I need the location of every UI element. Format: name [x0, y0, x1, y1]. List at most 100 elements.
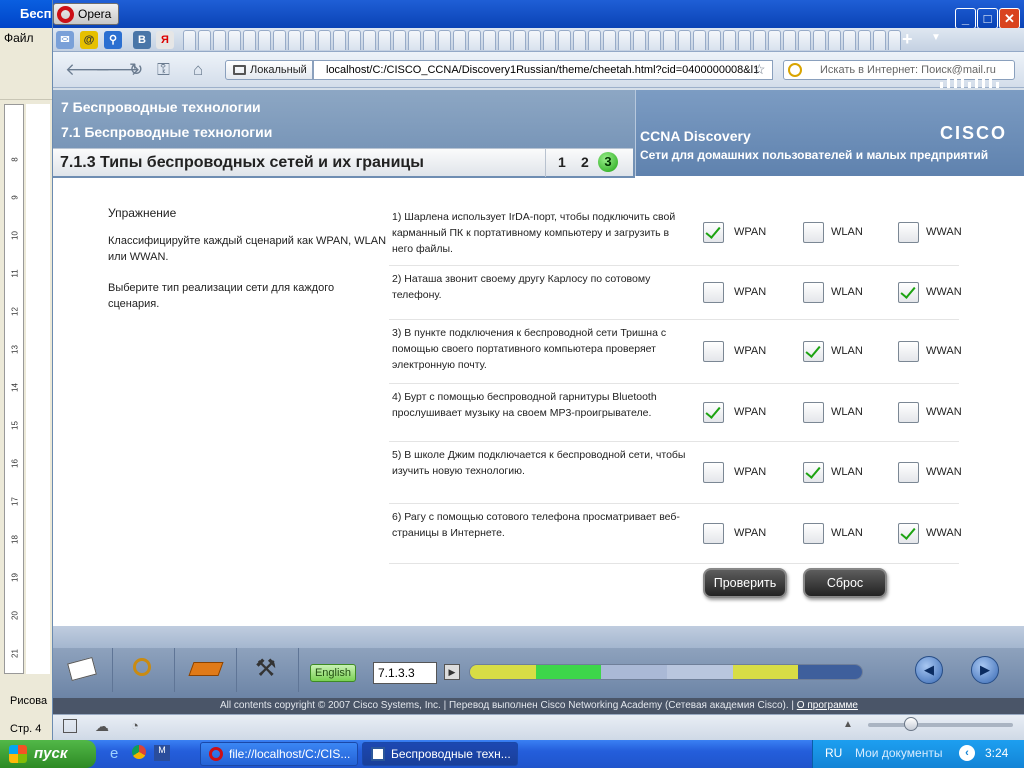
about-link[interactable]: О программе: [797, 700, 858, 711]
browser-tab[interactable]: [618, 30, 631, 50]
page-tab-1[interactable]: 1: [558, 154, 566, 170]
browser-tab[interactable]: [303, 30, 316, 50]
task-opera[interactable]: file://localhost/C:/CIS...: [200, 742, 358, 766]
checkbox-wpan[interactable]: [703, 222, 724, 243]
browser-tab[interactable]: [453, 30, 466, 50]
next-page-button[interactable]: ▶: [971, 656, 999, 684]
browser-tab[interactable]: [783, 30, 796, 50]
browser-tab[interactable]: [873, 30, 886, 50]
browser-tab[interactable]: [183, 30, 196, 50]
my-documents-label[interactable]: Мои документы: [855, 746, 942, 760]
zoom-arrow-icon[interactable]: ▲: [843, 719, 853, 730]
speed-icon[interactable]: ◔: [131, 718, 139, 733]
browser-tab[interactable]: [273, 30, 286, 50]
browser-tab[interactable]: [708, 30, 721, 50]
checkbox-wlan[interactable]: [803, 523, 824, 544]
checkbox-wlan[interactable]: [803, 462, 824, 483]
progress-segment[interactable]: [667, 665, 734, 679]
checkbox-wwan[interactable]: [898, 402, 919, 423]
page-tab-2[interactable]: 2: [581, 154, 589, 170]
search-tab-icon[interactable]: ⚲: [104, 31, 122, 49]
browser-tab[interactable]: [843, 30, 856, 50]
browser-tab[interactable]: [753, 30, 766, 50]
browser-tab[interactable]: [498, 30, 511, 50]
browser-tab[interactable]: [558, 30, 571, 50]
draw-label[interactable]: Рисова: [10, 695, 47, 707]
checkbox-wpan[interactable]: [703, 341, 724, 362]
go-page-button[interactable]: ▶: [444, 664, 460, 680]
browser-tab[interactable]: [813, 30, 826, 50]
browser-tab[interactable]: [543, 30, 556, 50]
checkbox-wpan[interactable]: [703, 402, 724, 423]
address-field[interactable]: localhost/C:/CISCO_CCNA/Discovery1Russia…: [313, 60, 773, 80]
dock-search[interactable]: [115, 648, 175, 692]
local-badge[interactable]: Локальный: [225, 60, 313, 80]
browser-tab[interactable]: [423, 30, 436, 50]
checkbox-wlan[interactable]: [803, 222, 824, 243]
prev-page-button[interactable]: ◀: [915, 656, 943, 684]
checkbox-wwan[interactable]: [898, 462, 919, 483]
new-tab-icon[interactable]: +: [902, 29, 913, 50]
zoom-slider-knob[interactable]: [904, 717, 918, 731]
language-button[interactable]: English: [310, 664, 356, 682]
browser-tab[interactable]: [243, 30, 256, 50]
home-icon[interactable]: ⌂: [193, 60, 203, 80]
browser-tab[interactable]: [768, 30, 781, 50]
browser-tab[interactable]: [228, 30, 241, 50]
checkbox-wwan[interactable]: [898, 222, 919, 243]
browser-tab[interactable]: [648, 30, 661, 50]
app-quicklaunch-icon[interactable]: M: [154, 745, 170, 761]
browser-tab[interactable]: [258, 30, 271, 50]
browser-tab[interactable]: [828, 30, 841, 50]
checkbox-wpan[interactable]: [703, 462, 724, 483]
check-button[interactable]: Проверить: [703, 568, 787, 598]
browser-tab[interactable]: [438, 30, 451, 50]
opera-menu-button[interactable]: Opera: [53, 3, 119, 25]
dock-tools[interactable]: ⚒: [239, 648, 299, 692]
browser-tab[interactable]: [213, 30, 226, 50]
reload-icon[interactable]: ↻: [129, 60, 143, 80]
browser-tab[interactable]: [603, 30, 616, 50]
task-word[interactable]: Беспроводные техн...: [362, 742, 518, 766]
tray-expand-icon[interactable]: ‹: [959, 745, 975, 761]
browser-tab[interactable]: [318, 30, 331, 50]
tab-menu-icon[interactable]: ▼: [931, 32, 941, 43]
browser-tab[interactable]: [693, 30, 706, 50]
checkbox-wwan[interactable]: [898, 341, 919, 362]
browser-tab[interactable]: [633, 30, 646, 50]
maximize-button[interactable]: □: [977, 8, 998, 29]
checkbox-wpan[interactable]: [703, 282, 724, 303]
browser-tab[interactable]: [393, 30, 406, 50]
search-engine-icon[interactable]: [788, 63, 802, 77]
mail-icon[interactable]: ✉: [56, 31, 74, 49]
progress-segment[interactable]: [535, 665, 603, 679]
cloud-icon[interactable]: ☁: [95, 718, 109, 735]
start-button[interactable]: пуск: [0, 740, 96, 768]
reset-button[interactable]: Сброс: [803, 568, 887, 598]
checkbox-wpan[interactable]: [703, 523, 724, 544]
checkbox-wlan[interactable]: [803, 282, 824, 303]
browser-tab[interactable]: [408, 30, 421, 50]
browser-tab[interactable]: [738, 30, 751, 50]
progress-segment[interactable]: [470, 665, 537, 679]
checkbox-wlan[interactable]: [803, 402, 824, 423]
browser-tab[interactable]: [528, 30, 541, 50]
browser-tab[interactable]: [858, 30, 871, 50]
browser-tab[interactable]: [798, 30, 811, 50]
ie-icon[interactable]: e: [110, 745, 118, 762]
vk-icon[interactable]: В: [133, 31, 151, 49]
browser-tab[interactable]: [513, 30, 526, 50]
dock-book[interactable]: [177, 648, 237, 692]
browser-tab[interactable]: [573, 30, 586, 50]
progress-segment[interactable]: [732, 665, 800, 679]
browser-tab[interactable]: [363, 30, 376, 50]
chrome-icon[interactable]: [132, 745, 146, 759]
browser-tab[interactable]: [348, 30, 361, 50]
page-tab-3-current[interactable]: 3: [598, 152, 618, 172]
progress-segment[interactable]: [798, 665, 862, 679]
bg-menubar[interactable]: Файл: [0, 28, 52, 48]
mailru-icon[interactable]: @: [80, 31, 98, 49]
yandex-icon[interactable]: Я: [156, 31, 174, 49]
language-indicator[interactable]: RU: [825, 746, 842, 760]
browser-tab[interactable]: [723, 30, 736, 50]
